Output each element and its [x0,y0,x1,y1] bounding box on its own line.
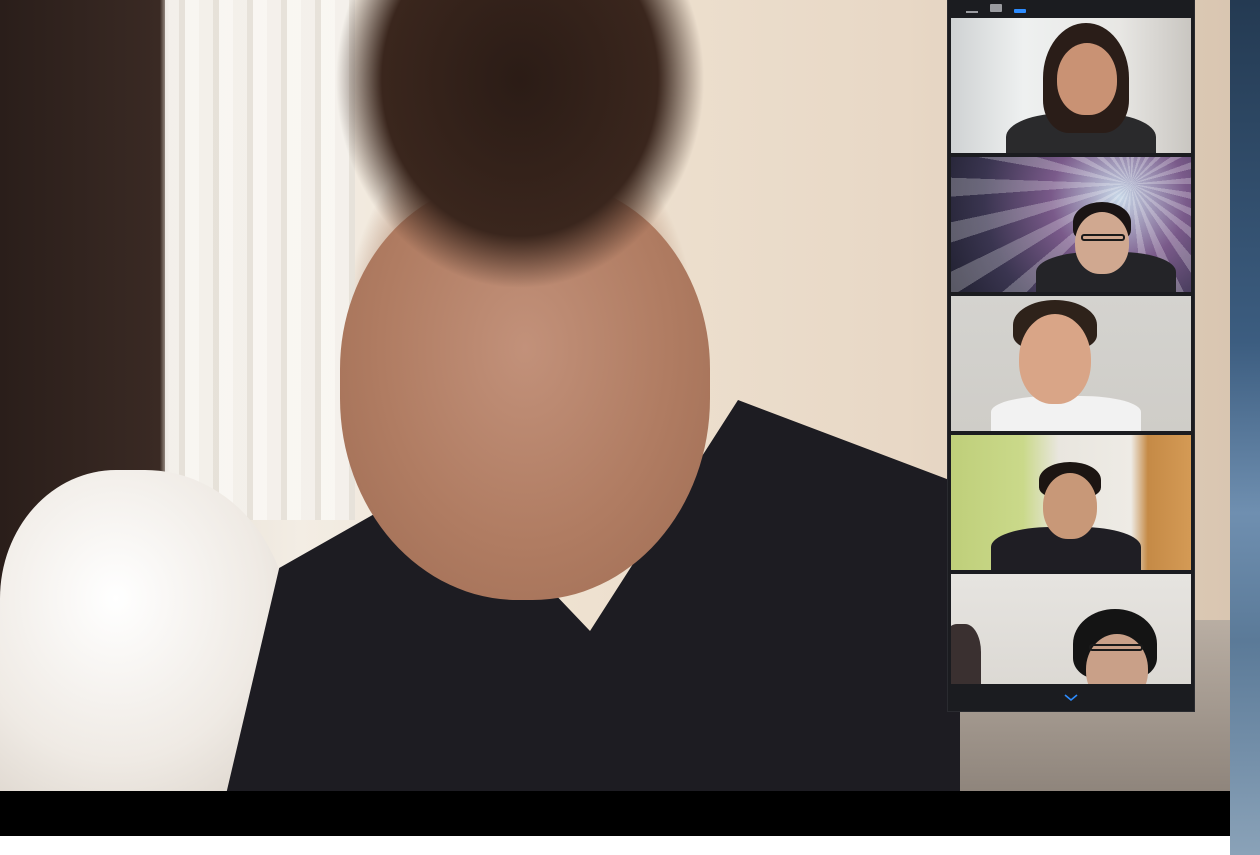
gallery-panel-header [948,0,1194,16]
strip-view-icon[interactable] [1014,9,1026,13]
gallery-panel-footer [948,684,1194,711]
participant-video-tile[interactable] [951,18,1191,153]
gallery-panel [948,0,1194,711]
participant-video-tile[interactable] [951,574,1191,684]
desktop-wallpaper-edge [1230,0,1260,855]
speaker-hair [290,0,750,300]
participant-video-tile[interactable] [951,157,1191,292]
participant-video-tile[interactable] [951,296,1191,431]
participant-video-tile[interactable] [951,435,1191,570]
participant-face [1075,212,1129,274]
participant-face [1057,43,1117,115]
participant-glasses [1081,234,1125,241]
participant-face [1043,473,1097,539]
participant-face [1019,314,1091,404]
speaker-view-icon[interactable] [990,4,1002,12]
tile-background [951,574,1191,684]
participant-glasses [1089,644,1143,651]
minimize-icon[interactable] [966,11,978,13]
meeting-control-bar [0,791,1230,836]
plush-toy [951,624,981,684]
chevron-down-icon[interactable] [1064,693,1078,702]
